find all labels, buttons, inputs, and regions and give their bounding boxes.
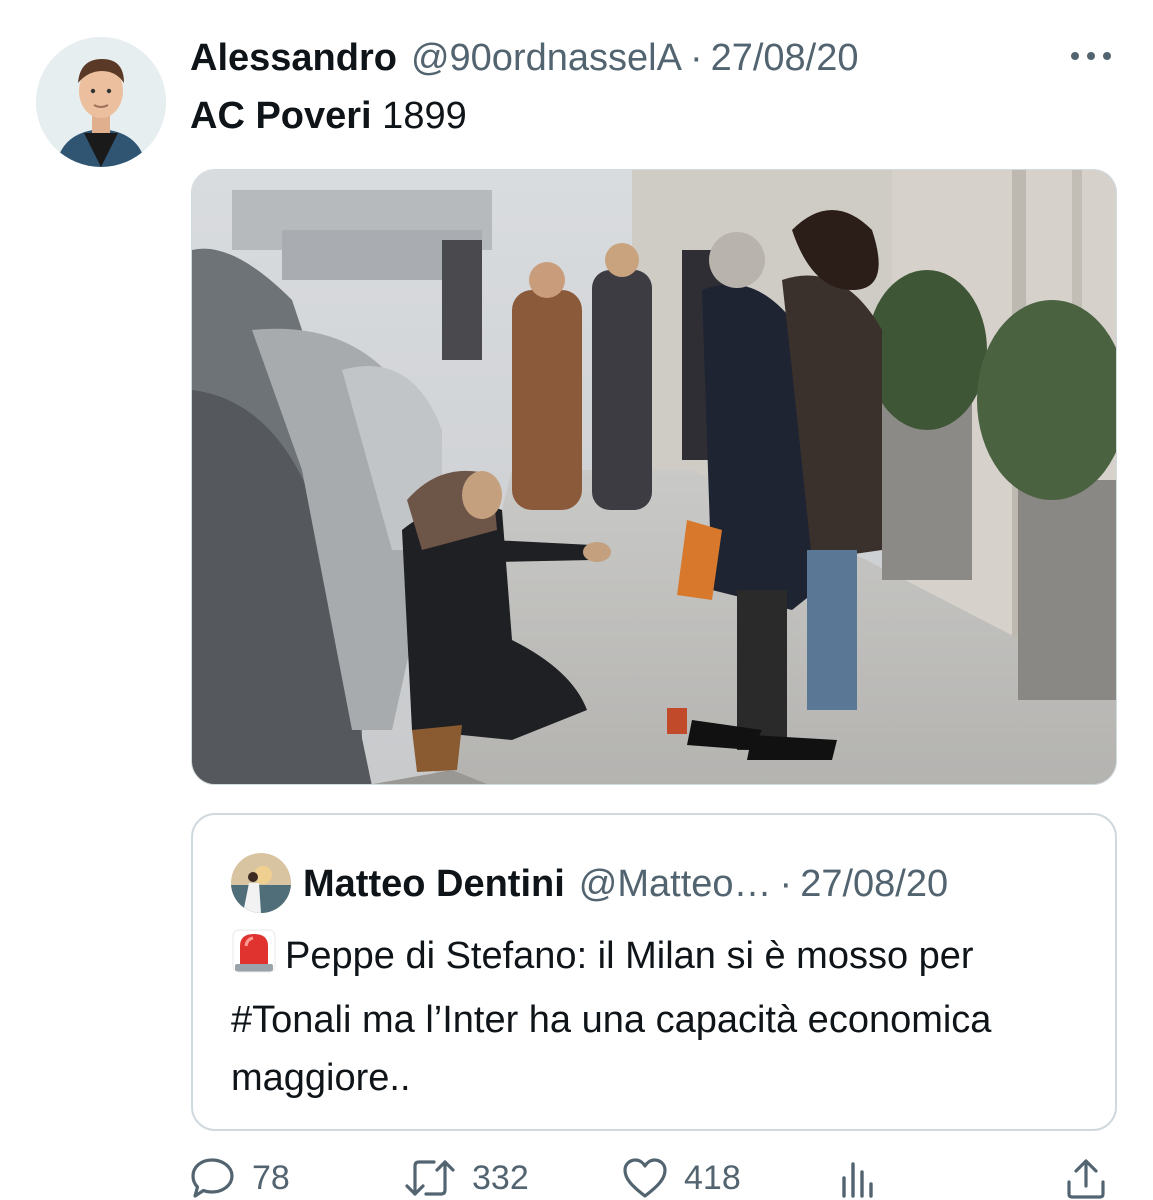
reply-count: 78: [252, 1158, 290, 1197]
tweet-photo[interactable]: [191, 169, 1117, 785]
retweet-icon: [405, 1160, 455, 1196]
like-button[interactable]: 418: [622, 1156, 741, 1200]
quoted-date[interactable]: 27/08/20: [800, 863, 948, 906]
quoted-tweet[interactable]: Matteo Dentini @Matteo… · 27/08/20 Peppe…: [191, 813, 1117, 1131]
more-options-button[interactable]: [1066, 38, 1116, 74]
reply-icon: [191, 1158, 234, 1198]
tweet-text-rest: 1899: [371, 95, 467, 137]
quoted-author-name[interactable]: Matteo Dentini: [303, 863, 565, 906]
share-button[interactable]: [1064, 1156, 1124, 1200]
tweet-text: AC Poveri 1899: [190, 92, 467, 140]
retweet-button[interactable]: 332: [404, 1156, 529, 1200]
tweet-header: Alessandro @90ordnasselA · 27/08/20: [190, 34, 859, 82]
heart-icon: [623, 1158, 667, 1198]
quoted-author-handle[interactable]: @Matteo…: [579, 863, 772, 906]
tweet-text-bold: AC Poveri: [190, 95, 372, 137]
like-count: 418: [684, 1158, 741, 1197]
author-name[interactable]: Alessandro: [190, 37, 397, 80]
quoted-text-block: Peppe di Stefano: il Milan si è mosso pe…: [231, 927, 1091, 1107]
views-button[interactable]: [838, 1156, 894, 1200]
tweet-action-bar: 78 332 418: [190, 1156, 1120, 1200]
header-separator: ·: [689, 36, 703, 79]
analytics-icon: [842, 1162, 873, 1198]
quoted-header-separator: ·: [779, 862, 793, 905]
author-avatar[interactable]: [36, 37, 166, 167]
author-handle[interactable]: @90ordnasselA: [411, 37, 682, 80]
tweet-date[interactable]: 27/08/20: [711, 37, 859, 80]
share-icon: [1067, 1159, 1105, 1199]
quoted-author-avatar[interactable]: [231, 853, 291, 913]
reply-button[interactable]: 78: [190, 1156, 290, 1200]
police-siren-icon: [231, 928, 277, 991]
quoted-header: Matteo Dentini @Matteo… · 27/08/20: [303, 859, 948, 909]
retweet-count: 332: [472, 1158, 529, 1197]
quoted-text: Peppe di Stefano: il Milan si è mosso pe…: [231, 935, 992, 1099]
more-horizontal-icon: [1071, 52, 1111, 60]
